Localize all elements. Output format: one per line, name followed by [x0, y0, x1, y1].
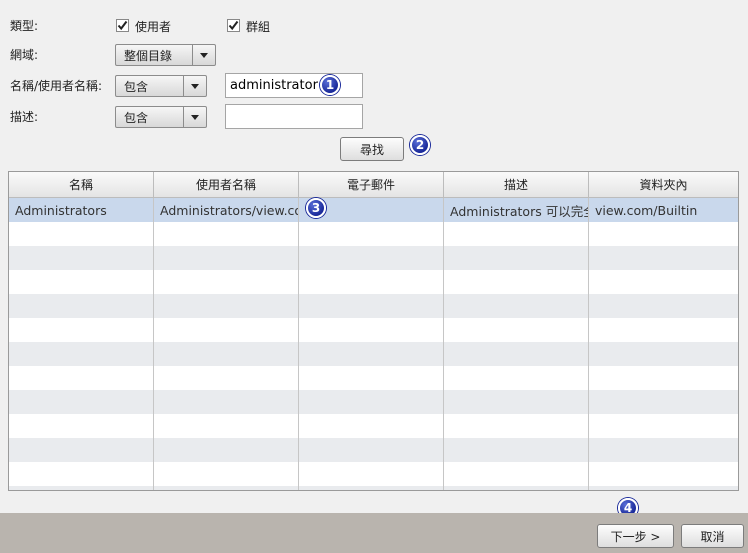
cancel-button[interactable]: 取消 — [681, 524, 744, 548]
empty-row — [9, 270, 738, 294]
group-checkbox[interactable] — [227, 19, 240, 32]
name-match-select[interactable]: 包含 — [115, 75, 207, 97]
name-label: 名稱/使用者名稱: — [10, 79, 103, 93]
empty-row — [9, 438, 738, 462]
chevron-down-icon[interactable] — [192, 45, 215, 65]
cell-username: Administrators/view.com — [154, 198, 299, 222]
cell-name: Administrators — [9, 198, 154, 222]
empty-row — [9, 414, 738, 438]
chevron-down-icon[interactable] — [183, 76, 206, 96]
type-label: 類型: — [10, 19, 39, 33]
empty-row — [9, 486, 738, 490]
cell-folder: view.com/Builtin — [595, 202, 698, 218]
description-match-select[interactable]: 包含 — [115, 106, 207, 128]
group-checkbox-label[interactable]: 群組 — [246, 18, 270, 35]
empty-row — [9, 246, 738, 270]
column-header-email[interactable]: 電子郵件 — [299, 172, 444, 197]
empty-row — [9, 462, 738, 486]
domain-select-value: 整個目錄 — [124, 48, 173, 63]
step-badge-1: 1 — [320, 75, 340, 95]
results-table: 名稱 使用者名稱 電子郵件 描述 資料夾內 Administrators Adm… — [8, 171, 739, 491]
description-input[interactable] — [225, 104, 363, 129]
step-badge-2: 2 — [410, 135, 430, 155]
user-checkbox-label[interactable]: 使用者 — [135, 18, 171, 35]
table-row[interactable]: Administrators Administrators/view.com A… — [9, 198, 738, 222]
empty-row — [9, 222, 738, 246]
name-input[interactable] — [225, 73, 363, 98]
empty-row — [9, 390, 738, 414]
search-button[interactable]: 尋找 — [340, 137, 404, 161]
empty-row — [9, 366, 738, 390]
step-badge-3: 3 — [306, 198, 326, 218]
column-header-name[interactable]: 名稱 — [9, 172, 154, 197]
column-header-folder[interactable]: 資料夾內 — [589, 172, 738, 197]
domain-label: 網域: — [10, 48, 39, 62]
empty-row — [9, 342, 738, 366]
user-checkbox[interactable] — [116, 19, 129, 32]
checkmark-icon — [117, 20, 128, 31]
empty-row — [9, 294, 738, 318]
description-match-value: 包含 — [124, 110, 149, 125]
checkmark-icon — [228, 20, 239, 31]
description-label: 描述: — [10, 110, 39, 124]
next-button[interactable]: 下一步 > — [597, 524, 674, 548]
domain-select[interactable]: 整個目錄 — [115, 44, 216, 66]
chevron-down-icon[interactable] — [183, 107, 206, 127]
cell-description: Administrators 可以完全 — [444, 198, 589, 222]
name-match-value: 包含 — [124, 79, 149, 94]
empty-row — [9, 318, 738, 342]
column-header-description[interactable]: 描述 — [444, 172, 589, 197]
column-header-username[interactable]: 使用者名稱 — [154, 172, 299, 197]
table-header: 名稱 使用者名稱 電子郵件 描述 資料夾內 — [9, 172, 738, 198]
